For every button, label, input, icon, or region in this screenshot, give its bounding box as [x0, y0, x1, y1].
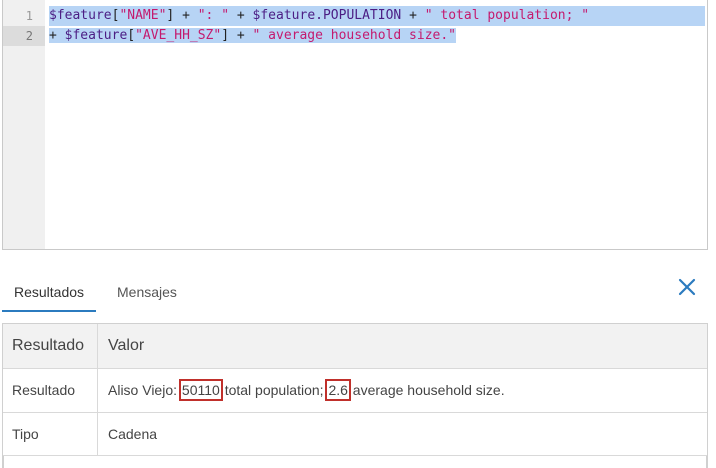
table-row: Resultado Aliso Viejo: 50110 total popul… — [3, 369, 707, 413]
code-token: $feature — [49, 8, 112, 23]
line-number: 1 — [25, 9, 33, 23]
tab-resultados[interactable]: Resultados — [2, 282, 97, 312]
value-text: Aliso Viejo: — [108, 382, 181, 398]
code-token: [ — [127, 28, 136, 43]
table-row: Tipo Cadena — [3, 413, 707, 456]
table-scroll-tail — [3, 456, 707, 468]
line-number: 2 — [3, 26, 45, 46]
highlighted-population-value: 50110 — [178, 379, 223, 401]
code-token: " total population; " — [424, 8, 590, 23]
row-key: Resultado — [3, 369, 98, 412]
code-token: ] + — [166, 8, 198, 23]
code-token: + — [229, 8, 253, 23]
code-token: + — [49, 28, 65, 43]
column-header-valor: Valor — [108, 337, 145, 354]
code-editor[interactable]: 1 2 $feature["NAME"] + ": " + $feature.P… — [2, 0, 708, 250]
code-token: "AVE_HH_SZ" — [135, 28, 222, 43]
value-text: average household size. — [348, 382, 505, 398]
value-text: total population; — [220, 382, 328, 398]
column-header-resultado: Resultado — [3, 324, 98, 368]
code-line-2[interactable]: + $feature["AVE_HH_SZ"] + " average hous… — [45, 26, 707, 46]
code-token: ] + — [221, 28, 253, 43]
close-icon — [678, 278, 696, 296]
row-key: Tipo — [3, 413, 98, 455]
table-header-row: Resultado Valor — [3, 324, 707, 369]
row-value: Aliso Viejo: 50110 total population; 2.6… — [98, 369, 707, 412]
code-line-1[interactable]: $feature["NAME"] + ": " + $feature.POPUL… — [45, 6, 707, 26]
code-token: ": " — [197, 8, 230, 23]
results-tab-bar: Resultados Mensajes — [2, 274, 708, 312]
selection-highlight: $feature["NAME"] + ": " + $feature.POPUL… — [49, 6, 705, 26]
code-token: "NAME" — [119, 8, 167, 23]
code-token: $feature — [64, 28, 128, 43]
code-token: + — [401, 8, 425, 23]
results-table: Resultado Valor Resultado Aliso Viejo: 5… — [2, 323, 708, 468]
row-value: Cadena — [108, 426, 158, 442]
close-button[interactable] — [674, 274, 700, 300]
code-area[interactable]: $feature["NAME"] + ": " + $feature.POPUL… — [45, 6, 707, 46]
line-number-gutter: 1 2 — [3, 0, 45, 249]
code-token: " average household size." — [252, 28, 457, 43]
tab-mensajes[interactable]: Mensajes — [105, 282, 189, 310]
highlighted-household-size-value: 2.6 — [325, 379, 351, 401]
selection-highlight: + $feature["AVE_HH_SZ"] + " average hous… — [49, 28, 457, 43]
code-token: $feature.POPULATION — [252, 8, 402, 23]
